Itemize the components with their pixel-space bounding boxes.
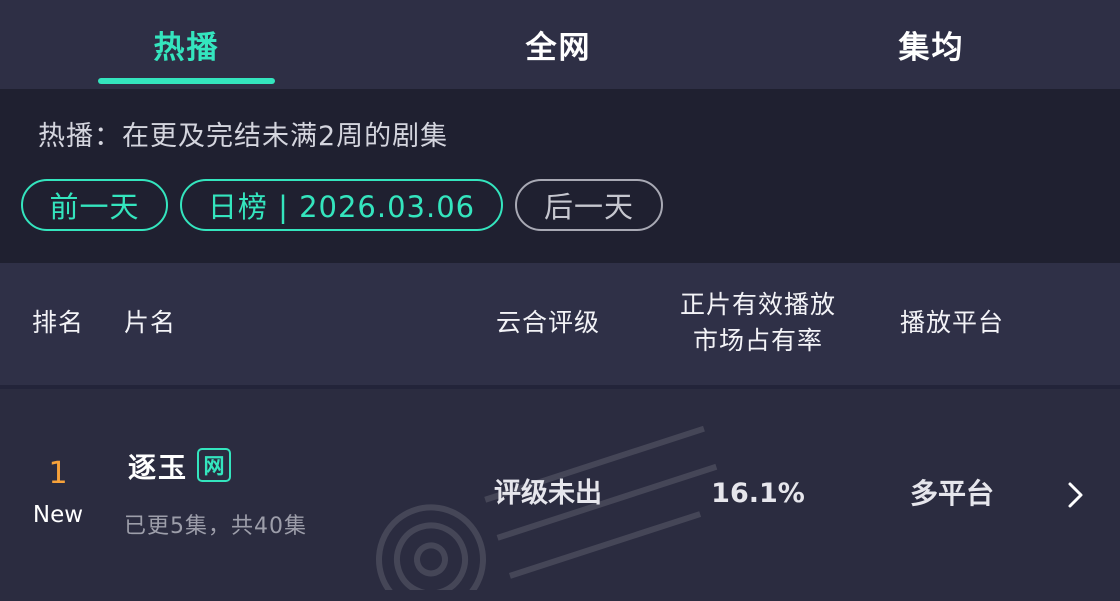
header-platform: 播放平台 [899, 308, 1004, 337]
tab-all-network[interactable]: 全网 [470, 0, 647, 89]
header-market-share: 正片有效播放 市场占有率 [660, 287, 856, 359]
tab-hot[interactable]: 热播 [98, 0, 275, 89]
rank-number: 1 [48, 456, 68, 491]
table-header: 排名 片名 云合评级 正片有效播放 市场占有率 播放平台 [0, 263, 1120, 385]
header-market-share-line1: 正片有效播放 [679, 290, 836, 319]
episode-progress: 已更5集，共40集 [124, 514, 307, 539]
daily-ranking-date-button[interactable]: 日榜 | 2026.03.06 [180, 179, 503, 231]
market-share-value: 16.1% [711, 478, 805, 509]
active-tab-indicator [98, 78, 275, 84]
drama-title[interactable]: 逐玉 [128, 446, 188, 486]
header-rating: 云合评级 [495, 308, 600, 337]
next-day-button[interactable]: 后一天 [515, 179, 663, 231]
tab-per-episode[interactable]: 集均 [843, 0, 1020, 89]
top-tab-bar: 热播 全网 集均 [0, 0, 1120, 89]
rating-value: 评级未出 [494, 478, 602, 509]
header-rank: 排名 [31, 308, 84, 337]
platform-value: 多平台 [909, 477, 994, 510]
category-description: 热播：在更及完结未满2周的剧集 [38, 121, 449, 152]
prev-day-button[interactable]: 前一天 [21, 179, 168, 231]
header-title: 片名 [124, 308, 177, 337]
new-entry-badge: New [32, 502, 84, 528]
chevron-right-icon[interactable] [1062, 480, 1088, 510]
web-drama-tag: 网 [197, 448, 231, 482]
header-market-share-line2: 市场占有率 [692, 326, 823, 355]
